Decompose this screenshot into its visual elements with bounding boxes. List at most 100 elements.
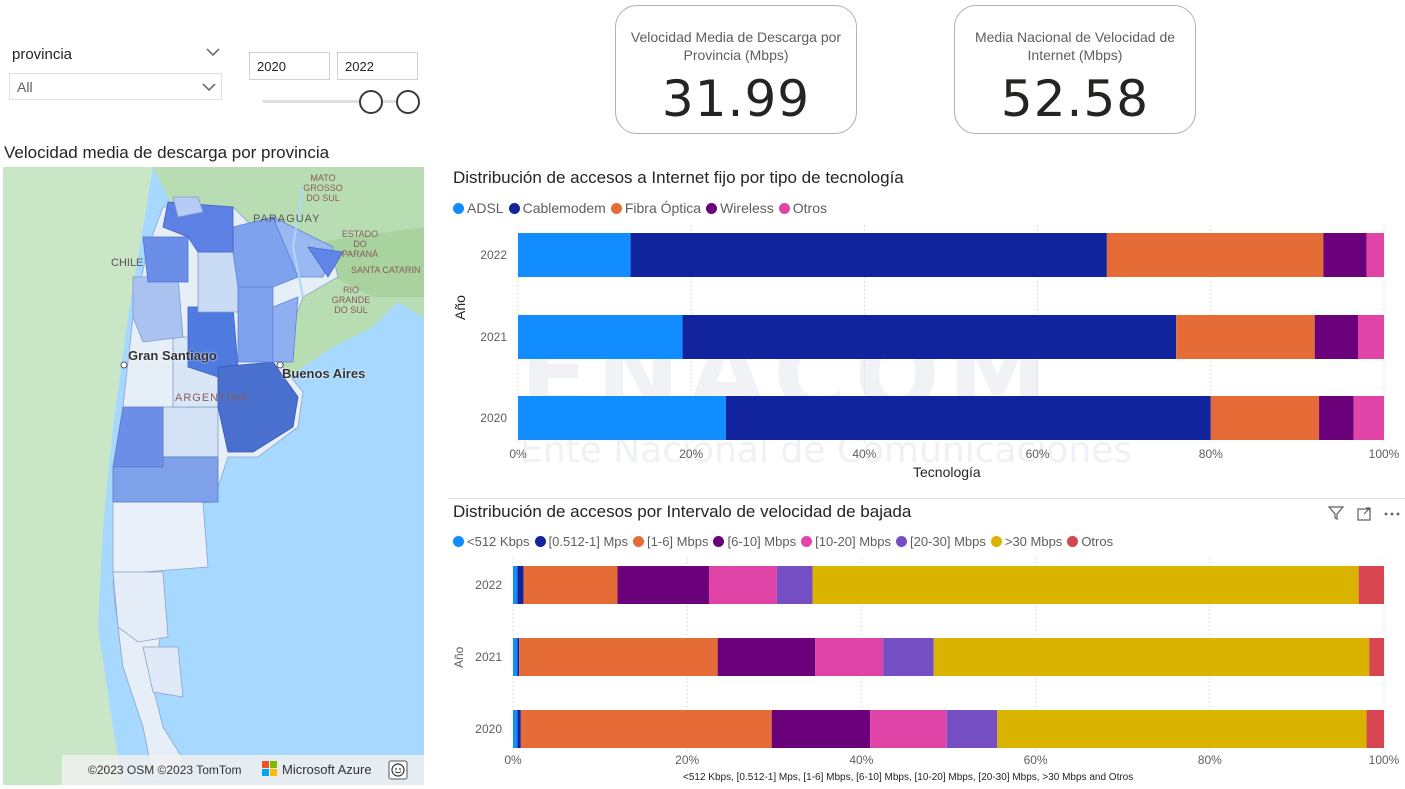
- bar-segment[interactable]: [1323, 233, 1367, 277]
- legend-item[interactable]: Otros: [778, 200, 827, 216]
- legend-dot-icon: [508, 202, 520, 214]
- chart-speed-xlabel: <512 Kbps, [0.512-1] Mps, [1-6] Mbps, [6…: [683, 772, 1134, 783]
- more-options-icon[interactable]: [1383, 510, 1401, 518]
- map-attribution: ©2023 OSM ©2023 TomTom: [88, 763, 242, 777]
- y-tick-label: 2020: [475, 722, 502, 736]
- bar-segment[interactable]: [997, 710, 1367, 748]
- chart-speed-title: Distribución de accesos por Intervalo de…: [453, 502, 912, 521]
- bar-segment[interactable]: [519, 638, 718, 676]
- y-tick-label: 2020: [480, 411, 507, 425]
- bar-segment[interactable]: [518, 315, 683, 359]
- chart-technology-plot[interactable]: 0% 20% 40% 60% 80% 100% 2022 2021 2020: [470, 222, 1400, 492]
- bar-segment[interactable]: [771, 710, 871, 748]
- bar-segment[interactable]: [946, 710, 998, 748]
- map-label-mato-grosso: MATO GROSSO DO SUL: [303, 173, 343, 203]
- filter-icon[interactable]: [1327, 505, 1345, 521]
- bar-segment[interactable]: [1358, 566, 1384, 604]
- legend-item[interactable]: Otros: [1067, 534, 1113, 549]
- map-label-buenos-aires: Buenos Aires: [282, 366, 366, 381]
- map-label-santa-catarina: SANTA CATARIN: [351, 265, 421, 275]
- province-dropdown[interactable]: All: [9, 73, 222, 100]
- focus-mode-icon[interactable]: [1356, 506, 1372, 522]
- bar-segment[interactable]: [617, 566, 709, 604]
- legend-item[interactable]: [10-20] Mbps: [801, 534, 891, 549]
- bar-segment[interactable]: [523, 566, 618, 604]
- map-title: Velocidad media de descarga por provinci…: [4, 143, 330, 162]
- legend-item[interactable]: <512 Kbps: [453, 534, 530, 549]
- bar-segment[interactable]: [517, 638, 520, 676]
- bar-segment[interactable]: [518, 233, 631, 277]
- bar-segment[interactable]: [717, 638, 816, 676]
- legend-dot-icon: [778, 202, 790, 214]
- legend-item[interactable]: Wireless: [706, 200, 774, 216]
- bar-segment[interactable]: [513, 566, 518, 604]
- legend-item[interactable]: ADSL: [453, 200, 504, 216]
- bar-segment[interactable]: [1353, 396, 1384, 440]
- bar-segment[interactable]: [1210, 396, 1320, 440]
- legend-item[interactable]: Fibra Óptica: [610, 200, 701, 216]
- x-tick-label: 80%: [1199, 447, 1223, 461]
- legend-item[interactable]: Cablemodem: [508, 200, 606, 216]
- province-dropdown-value: All: [17, 79, 33, 95]
- bar-segment[interactable]: [513, 638, 518, 676]
- bar-segment[interactable]: [1366, 233, 1384, 277]
- x-tick-label: 0%: [504, 753, 522, 767]
- map-canvas: [3, 167, 424, 785]
- legend-label: Otros: [1081, 534, 1114, 549]
- feedback-smiley-icon[interactable]: [388, 760, 408, 780]
- bar-segment[interactable]: [520, 710, 772, 748]
- bar-segment[interactable]: [1319, 396, 1354, 440]
- year-range-start-handle[interactable]: [359, 90, 383, 114]
- bar-segment[interactable]: [933, 638, 1370, 676]
- chart-technology-ylabel: Año: [452, 295, 468, 320]
- bar-segment[interactable]: [682, 315, 1177, 359]
- bar-segment[interactable]: [815, 638, 884, 676]
- chart-technology-legend: ADSL Cablemodem Fibra Óptica Wireless Otros: [453, 200, 832, 216]
- bar-segment[interactable]: [776, 566, 813, 604]
- bar-segment[interactable]: [1369, 638, 1384, 676]
- bar-segment[interactable]: [1358, 315, 1384, 359]
- bar-segment[interactable]: [630, 233, 1107, 277]
- microsoft-logo-icon: [262, 761, 278, 777]
- kpi-card-province-speed: Velocidad Media de Descarga por Provinci…: [615, 5, 857, 134]
- bar-segment[interactable]: [1176, 315, 1315, 359]
- bar-segment[interactable]: [1314, 315, 1359, 359]
- year-to-input[interactable]: 2022: [337, 52, 418, 80]
- x-tick-label: 80%: [1198, 753, 1222, 767]
- legend-item[interactable]: [6-10] Mbps: [713, 534, 796, 549]
- legend-label: >30 Mbps: [1004, 534, 1063, 549]
- chart-speed-plot[interactable]: 0% 20% 40% 60% 80% 100% 2022 2021 2020: [465, 556, 1400, 771]
- legend-dot-icon: [801, 536, 813, 547]
- bar-segment[interactable]: [708, 566, 777, 604]
- legend-label: [1-6] Mbps: [647, 534, 709, 549]
- map-label-gran-santiago: Gran Santiago: [128, 348, 217, 363]
- legend-item[interactable]: [1-6] Mbps: [633, 534, 708, 549]
- kpi-card-value: 52.58: [1000, 70, 1150, 128]
- bar-segment[interactable]: [883, 638, 934, 676]
- bar-segment[interactable]: [517, 710, 521, 748]
- bar-segment[interactable]: [518, 396, 726, 440]
- x-tick-label: 40%: [852, 447, 876, 461]
- bar-segment[interactable]: [725, 396, 1211, 440]
- x-tick-label: 40%: [849, 753, 873, 767]
- year-range-track[interactable]: [262, 100, 412, 103]
- map-label-chile: CHILE: [111, 257, 144, 269]
- legend-item[interactable]: [0.512-1] Mps: [534, 534, 628, 549]
- province-map[interactable]: CHILE PARAGUAY MATO GROSSO DO SUL ESTADO…: [3, 167, 424, 785]
- year-range-end-handle[interactable]: [396, 90, 420, 114]
- bar-segment[interactable]: [812, 566, 1359, 604]
- chevron-down-icon[interactable]: [205, 44, 221, 60]
- bar-segment[interactable]: [517, 566, 524, 604]
- chart-speed-legend: <512 Kbps [0.512-1] Mps [1-6] Mbps [6-10] M…: [453, 534, 1118, 549]
- map-label-rio-grande: RIO GRANDE DO SUL: [331, 285, 371, 315]
- kpi-card-national-speed: Media Nacional de Velocidad de Internet …: [954, 5, 1196, 134]
- bar-segment[interactable]: [513, 710, 518, 748]
- year-from-input[interactable]: 2020: [249, 52, 330, 80]
- chart-technology-title: Distribución de accesos a Internet fijo …: [453, 168, 904, 187]
- legend-item[interactable]: >30 Mbps: [990, 534, 1063, 549]
- bar-segment[interactable]: [1366, 710, 1384, 748]
- legend-label: Cablemodem: [522, 200, 606, 216]
- bar-segment[interactable]: [870, 710, 947, 748]
- bar-segment[interactable]: [1106, 233, 1324, 277]
- legend-item[interactable]: [20-30] Mbps: [895, 534, 986, 549]
